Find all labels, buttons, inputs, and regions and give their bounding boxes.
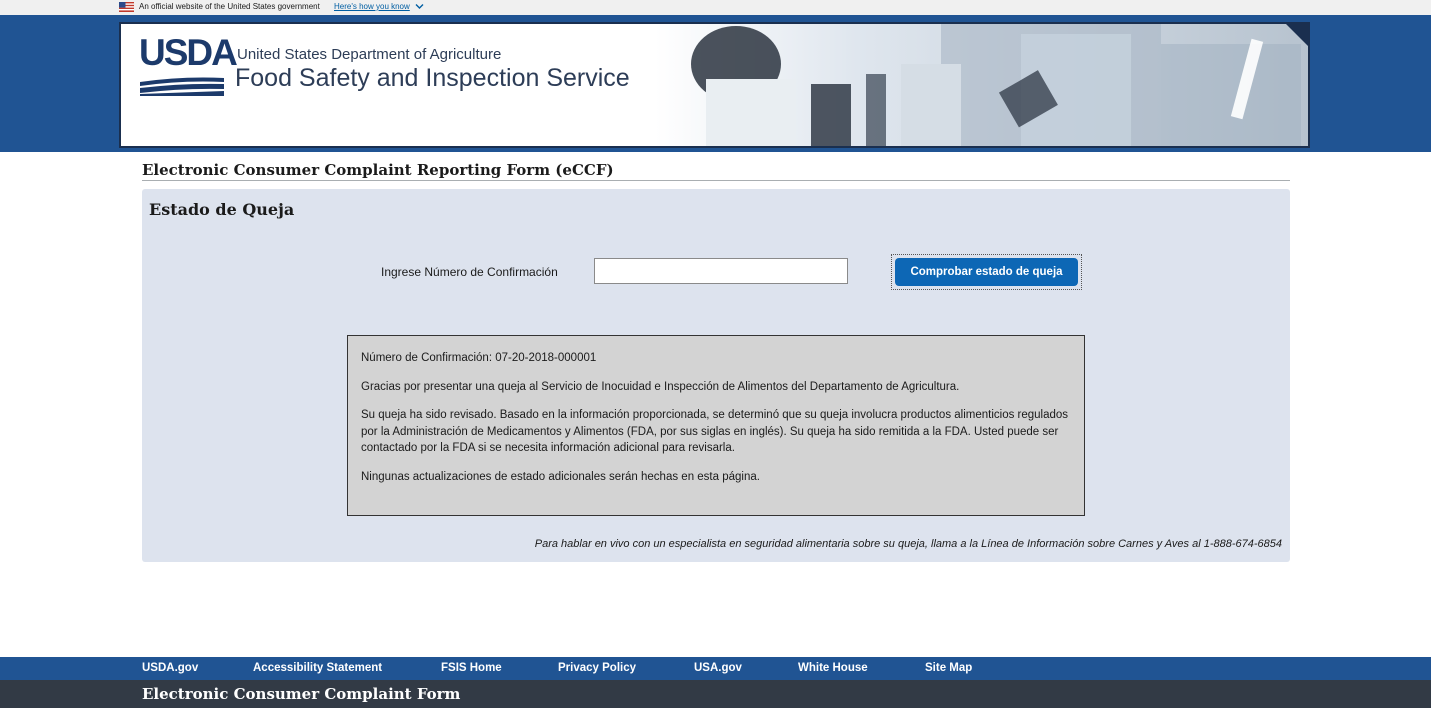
agency-name: Food Safety and Inspection Service xyxy=(235,64,630,92)
thanks-text: Gracias por presentar una queja al Servi… xyxy=(361,380,960,393)
check-button-focus-ring: Comprobar estado de queja xyxy=(891,254,1082,290)
reviewed-text: Su queja ha sido revisado. Basado en la … xyxy=(361,409,1069,454)
footer-nav: USDA.gov Accessibility Statement FSIS Ho… xyxy=(0,657,1431,680)
chevron-down-icon[interactable] xyxy=(415,3,424,10)
panel-heading: Estado de Queja xyxy=(149,200,295,219)
no-updates-text: Ningunas actualizaciones de estado adici… xyxy=(361,470,760,483)
footer-link-usa-gov[interactable]: USA.gov xyxy=(694,662,742,674)
footer-link-white-house[interactable]: White House xyxy=(798,662,868,674)
department-name: United States Department of Agriculture xyxy=(237,46,502,63)
confirmation-number-label: Ingrese Número de Confirmación xyxy=(381,265,558,279)
title-divider xyxy=(142,180,1290,181)
gov-banner: An official website of the United States… xyxy=(0,0,1431,15)
gov-banner-text: An official website of the United States… xyxy=(139,2,320,11)
confirmation-number-input[interactable] xyxy=(594,258,848,284)
heres-how-you-know-link[interactable]: Here's how you know xyxy=(334,2,410,12)
footer-bottom: Electronic Consumer Complaint Form xyxy=(0,680,1431,708)
footer-title: Electronic Consumer Complaint Form xyxy=(142,685,461,703)
hotline-text: Para hablar en vivo con un especialista … xyxy=(534,538,1282,550)
footer-link-site-map[interactable]: Site Map xyxy=(925,662,972,674)
footer-link-usda-gov[interactable]: USDA.gov xyxy=(142,662,198,674)
header-banner-image: USDA United States Department of Agricul… xyxy=(119,22,1310,148)
check-status-button[interactable]: Comprobar estado de queja xyxy=(895,258,1078,286)
footer-link-fsis-home[interactable]: FSIS Home xyxy=(441,662,502,674)
footer-link-privacy-policy[interactable]: Privacy Policy xyxy=(558,662,636,674)
usda-logo[interactable]: USDA xyxy=(139,34,238,71)
page-title: Electronic Consumer Complaint Reporting … xyxy=(142,161,614,179)
us-flag-icon xyxy=(119,2,134,12)
confirmation-number-text: Número de Confirmación: 07-20-2018-00000… xyxy=(361,352,597,364)
footer-link-accessibility[interactable]: Accessibility Statement xyxy=(253,662,382,674)
complaint-status-panel: Estado de Queja Ingrese Número de Confir… xyxy=(142,189,1290,562)
usda-logo-swoosh-icon xyxy=(140,77,224,96)
status-message-box: Número de Confirmación: 07-20-2018-00000… xyxy=(347,335,1085,516)
